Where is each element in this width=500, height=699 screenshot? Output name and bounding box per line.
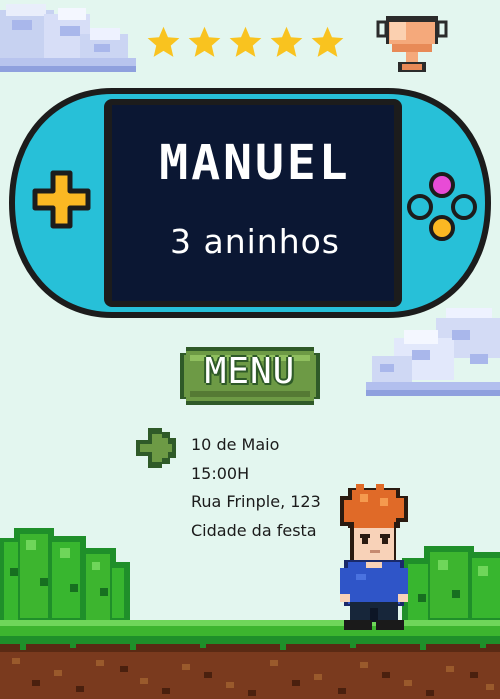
star-icon [311,26,344,57]
ground-icon [0,620,500,699]
star-icon [229,26,262,57]
trophy-icon [376,16,448,72]
cloud-icon [0,4,136,72]
star-icon [147,26,180,57]
pointer-arrow-icon [136,428,176,468]
menu-label: MENU [204,351,296,392]
star-icon [188,26,221,57]
game-console-icon [8,88,492,318]
party-time: 15:00H [191,463,250,483]
name-title: MANUEL [159,135,351,191]
bush-icon [0,528,500,628]
rating-stars [145,24,350,64]
character-icon [340,484,408,630]
age-subtitle: 3 aninhos [169,222,340,261]
party-address: Rua Frinple, 123 [191,492,321,511]
star-icon [270,26,303,57]
party-date: 10 de Maio [191,435,280,454]
